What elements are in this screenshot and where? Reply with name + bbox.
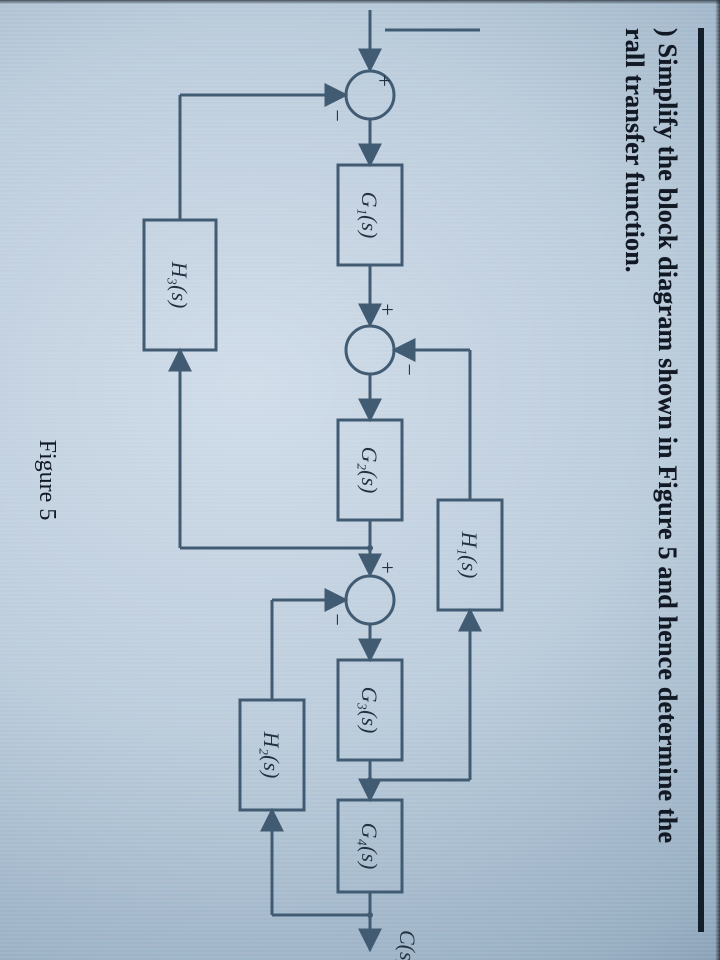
figure-area: + − G₁(s) + − — [80, 0, 600, 960]
screenshot-stage: ) Simplify the block diagram shown in Fi… — [0, 0, 720, 960]
question-line2: rall transfer function. — [620, 28, 649, 273]
sum-j3-plus: + — [375, 560, 400, 575]
block-diagram: + − G₁(s) + − — [80, 0, 600, 960]
sum-j3 — [346, 576, 394, 624]
block-h3-label: H₃(s) — [167, 261, 192, 309]
sum-j1-minus: − — [325, 108, 350, 123]
block-g1-label: G₁(s) — [357, 192, 382, 239]
output-label: C(s) — [395, 930, 420, 960]
question-block: ) Simplify the block diagram shown in Fi… — [617, 28, 704, 932]
sum-j2-minus: − — [397, 362, 422, 377]
rotated-page: ) Simplify the block diagram shown in Fi… — [0, 0, 720, 960]
block-g3-label: G₃(s) — [357, 687, 382, 734]
block-h2-label: H₂(s) — [259, 731, 284, 779]
block-g4-label: G₄(s) — [357, 823, 382, 870]
question-line1: ) Simplify the block diagram shown in Fi… — [653, 28, 682, 843]
figure-caption: Figure 5 — [33, 0, 60, 960]
sum-j2-plus: + — [375, 302, 400, 317]
sum-j2 — [346, 326, 394, 374]
sum-j1-plus: + — [372, 73, 397, 88]
sum-j3-minus: − — [325, 612, 350, 627]
block-g2-label: G₂(s) — [357, 447, 382, 494]
block-h1-label: H₁(s) — [457, 531, 482, 579]
